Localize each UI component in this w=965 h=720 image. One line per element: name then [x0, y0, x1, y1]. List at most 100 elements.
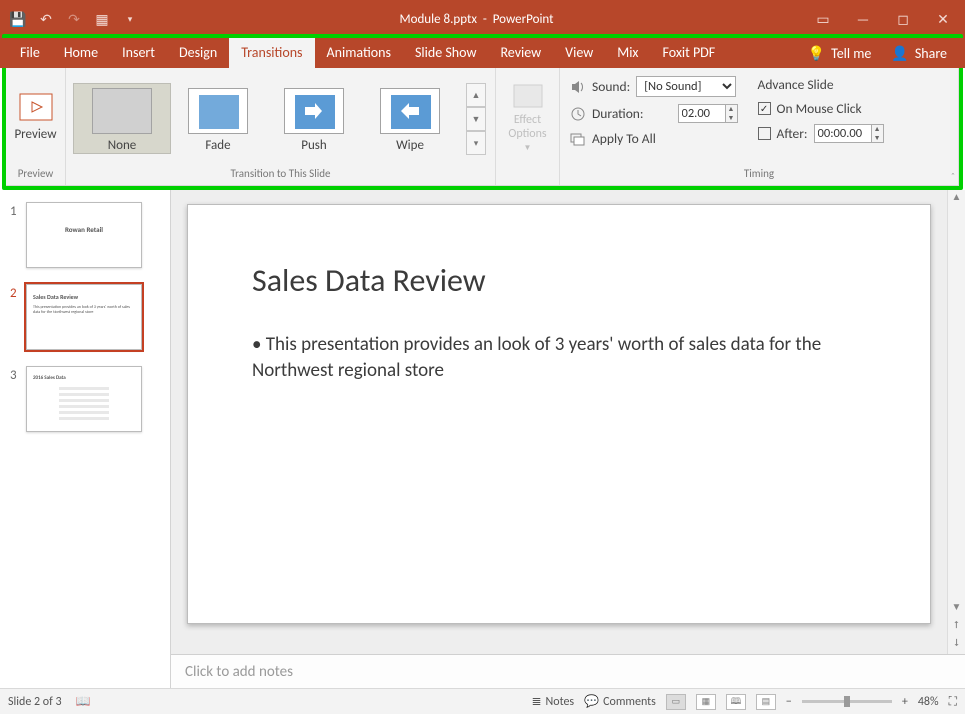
slide-number: 3	[10, 366, 20, 432]
slide-canvas[interactable]: Sales Data Review This presentation prov…	[187, 204, 931, 624]
on-mouse-click-checkbox[interactable]: ✓	[758, 102, 771, 115]
tell-me-label: Tell me	[831, 45, 871, 62]
slide-thumb-3[interactable]: 3 2016 Sales Data	[0, 364, 170, 446]
sorter-view-icon[interactable]: ▦	[696, 694, 716, 710]
start-from-beginning-icon[interactable]: ▦	[94, 11, 110, 27]
qat-customize-icon[interactable]: ▾	[122, 11, 138, 27]
transition-none[interactable]: None	[74, 84, 170, 153]
spin-down-icon[interactable]: ▼	[872, 134, 883, 143]
transition-push-icon	[284, 88, 344, 134]
slide-preview: Sales Data Review This presentation prov…	[26, 284, 142, 350]
tab-home[interactable]: Home	[52, 38, 110, 68]
ribbon-display-icon[interactable]: ▭	[815, 11, 831, 27]
slide-preview: 2016 Sales Data	[26, 366, 142, 432]
tab-file[interactable]: File	[8, 38, 52, 68]
slide-title[interactable]: Sales Data Review	[252, 261, 866, 300]
comments-label: Comments	[603, 695, 656, 709]
tab-mix[interactable]: Mix	[605, 38, 650, 68]
share-button[interactable]: 👤 Share	[881, 38, 957, 68]
group-transition-to-slide: None Fade Push Wipe ▲ ▼ ▾	[66, 68, 496, 185]
mini-title: 2016 Sales Data	[33, 375, 135, 381]
zoom-out-icon[interactable]: −	[786, 695, 792, 709]
close-icon[interactable]: ✕	[935, 11, 951, 27]
tab-foxit-pdf[interactable]: Foxit PDF	[650, 38, 727, 68]
group-preview: Preview Preview	[6, 68, 66, 185]
menu-bar: File Home Insert Design Transitions Anim…	[0, 38, 965, 68]
quick-access-toolbar: 💾 ↶ ↷ ▦ ▾	[0, 11, 138, 27]
zoom-slider[interactable]	[802, 700, 892, 703]
ribbon: Preview Preview None Fade Push	[6, 68, 959, 186]
slide-canvas-area: Sales Data Review This presentation prov…	[171, 190, 947, 654]
next-slide-icon[interactable]: ⭣	[948, 636, 965, 654]
redo-icon[interactable]: ↷	[66, 11, 82, 27]
slide-preview: Rowan Retail	[26, 202, 142, 268]
slide-thumb-1[interactable]: 1 Rowan Retail	[0, 200, 170, 282]
preview-icon	[19, 93, 53, 123]
notes-icon: ≣	[531, 694, 541, 709]
mini-title: Sales Data Review	[33, 293, 135, 301]
share-icon: 👤	[891, 45, 908, 62]
zoom-in-icon[interactable]: +	[902, 695, 908, 709]
title-bar: 💾 ↶ ↷ ▦ ▾ Module 8.pptx - PowerPoint ▭ —…	[0, 0, 965, 38]
transition-wipe-icon	[380, 88, 440, 134]
notes-label: Notes	[546, 695, 575, 709]
tab-transitions[interactable]: Transitions	[229, 38, 314, 68]
preview-button[interactable]: Preview	[14, 127, 56, 142]
transition-name: None	[74, 138, 170, 153]
workspace: 1 Rowan Retail 2 Sales Data Review This …	[0, 190, 965, 688]
slide-number: 2	[10, 284, 20, 350]
editor-area: Sales Data Review This presentation prov…	[171, 190, 965, 688]
transition-fade[interactable]: Fade	[170, 84, 266, 153]
slide-number: 1	[10, 202, 20, 268]
normal-view-icon[interactable]: ▭	[666, 694, 686, 710]
notes-toggle[interactable]: ≣ Notes	[531, 694, 574, 709]
fit-to-window-icon[interactable]: ⛶	[949, 695, 957, 709]
tab-animations[interactable]: Animations	[315, 38, 403, 68]
lightbulb-icon: 💡	[808, 45, 825, 62]
advance-slide-header: Advance Slide	[758, 76, 884, 93]
slide-thumb-2[interactable]: 2 Sales Data Review This presentation pr…	[0, 282, 170, 364]
after-checkbox[interactable]	[758, 127, 771, 140]
after-spinner[interactable]: ▲▼	[814, 124, 884, 143]
slideshow-view-icon[interactable]: ▤	[756, 694, 776, 710]
mini-sub: This presentation provides an look of 3 …	[33, 305, 135, 315]
after-label: After:	[777, 125, 808, 142]
comments-toggle[interactable]: 💬 Comments	[584, 694, 656, 709]
spin-down-icon[interactable]: ▼	[726, 114, 737, 123]
scroll-down-icon[interactable]: ▼	[948, 600, 965, 618]
tab-review[interactable]: Review	[488, 38, 553, 68]
prev-slide-icon[interactable]: ⭡	[948, 618, 965, 636]
after-input[interactable]	[814, 124, 872, 143]
tab-slide-show[interactable]: Slide Show	[403, 38, 488, 68]
comments-icon: 💬	[584, 694, 599, 709]
spellcheck-icon[interactable]: 📖	[76, 694, 91, 709]
reading-view-icon[interactable]: 🕮	[726, 694, 746, 710]
duration-spinner[interactable]: ▲▼	[678, 104, 738, 123]
on-mouse-click-label: On Mouse Click	[777, 100, 862, 117]
collapse-ribbon-icon[interactable]: ˆ	[951, 170, 955, 183]
tab-design[interactable]: Design	[167, 38, 229, 68]
transition-gallery: None Fade Push Wipe	[66, 82, 466, 153]
timing-col-right: Advance Slide ✓ On Mouse Click After: ▲▼	[758, 76, 884, 143]
tab-view[interactable]: View	[553, 38, 605, 68]
maximize-icon[interactable]: ◻	[895, 11, 911, 27]
notes-pane[interactable]: Click to add notes	[171, 654, 965, 688]
tab-insert[interactable]: Insert	[110, 38, 167, 68]
duration-input[interactable]	[678, 104, 726, 123]
status-bar: Slide 2 of 3 📖 ≣Notes 💬Comments ▭ ▦ 🕮 ▤ …	[0, 688, 965, 714]
minimize-icon[interactable]: —	[855, 11, 871, 27]
transition-none-icon	[92, 88, 152, 134]
window-controls: ▭ — ◻ ✕	[815, 11, 965, 27]
vertical-scrollbar[interactable]: ▲ ▼ ⭡ ⭣	[947, 190, 965, 654]
share-label: Share	[915, 45, 947, 62]
document-title: Module 8.pptx - PowerPoint	[138, 12, 815, 27]
scroll-up-icon[interactable]: ▲	[948, 190, 965, 208]
zoom-value[interactable]: 48%	[918, 695, 939, 709]
tell-me[interactable]: 💡 Tell me	[798, 38, 882, 68]
transition-fade-icon	[188, 88, 248, 134]
mini-title: Rowan Retail	[33, 225, 135, 234]
group-preview-label: Preview	[6, 167, 65, 185]
slide-bullet[interactable]: This presentation provides an look of 3 …	[252, 332, 866, 383]
save-icon[interactable]: 💾	[10, 11, 26, 27]
undo-icon[interactable]: ↶	[38, 11, 54, 27]
